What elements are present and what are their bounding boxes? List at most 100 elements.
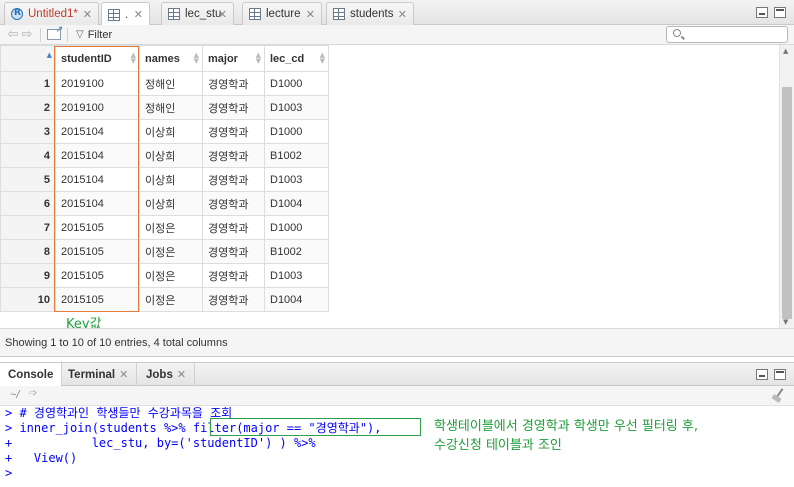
tab-students[interactable]: students ✕: [326, 2, 414, 25]
cell-lec-cd: D1004: [264, 191, 329, 216]
table-row[interactable]: 7 2015105 이정은 경영학과 D1000: [0, 215, 329, 240]
table-row[interactable]: 2 2019100 정해인 경영학과 D1003: [0, 95, 329, 120]
console-prompt: >: [5, 466, 13, 480]
close-icon[interactable]: ✕: [218, 8, 227, 21]
table-icon: [168, 8, 180, 20]
column-header-lec-cd[interactable]: lec_cd ▲ ▼: [264, 45, 329, 72]
vertical-scrollbar[interactable]: ▲ ▼: [779, 45, 794, 328]
table-row[interactable]: 4 2015104 이상희 경영학과 B1002: [0, 143, 329, 168]
cell-names: 이상희: [139, 167, 203, 192]
search-input[interactable]: [685, 28, 783, 41]
cell-lec-cd: D1000: [264, 215, 329, 240]
cell-major: 경영학과: [202, 143, 265, 168]
row-number-cell: 4: [0, 143, 56, 168]
console-toolbar: ~/ ➩: [0, 386, 794, 406]
sort-icon: ▲ ▼: [193, 51, 199, 65]
cell-lec-cd: D1004: [264, 287, 329, 312]
table-row[interactable]: 10 2015105 이정은 경영학과 D1004: [0, 287, 329, 312]
tab-label: Untitled1*: [28, 8, 78, 20]
cell-studentid: 2015104: [55, 191, 140, 216]
tab-lecture[interactable]: lecture ✕: [242, 2, 322, 25]
close-icon[interactable]: ✕: [83, 8, 92, 21]
row-number-cell: 3: [0, 119, 56, 144]
table-icon: [333, 8, 345, 20]
table-icon: [249, 8, 261, 20]
cell-names: 이정은: [139, 239, 203, 264]
cell-names: 이상희: [139, 143, 203, 168]
cell-major: 경영학과: [202, 215, 265, 240]
cell-major: 경영학과: [202, 71, 265, 96]
filter-button[interactable]: ▽ Filter: [76, 29, 112, 41]
minimize-pane-button[interactable]: [756, 7, 768, 18]
tab-lec-stu[interactable]: lec_stu ✕: [161, 2, 234, 25]
tab-terminal[interactable]: Terminal ✕: [60, 363, 138, 386]
table-row[interactable]: 8 2015105 이정은 경영학과 B1002: [0, 239, 329, 264]
data-grid: ▲ studentID ▲ ▼ names ▲ ▼ major ▲ ▼ lec_cd ▲ ▼ 1…: [0, 45, 779, 332]
maximize-pane-button[interactable]: [774, 7, 786, 18]
search-icon: [673, 29, 681, 37]
cell-studentid: 2019100: [55, 71, 140, 96]
tab-label: lecture: [266, 8, 301, 20]
cell-lec-cd: D1003: [264, 263, 329, 288]
tab-label: lec_stu: [185, 8, 222, 20]
editor-tab-bar: Untitled1* ✕ . ✕ lec_stu ✕ lecture ✕ stu…: [0, 0, 794, 26]
cell-names: 이정은: [139, 287, 203, 312]
scroll-down-icon[interactable]: ▼: [783, 318, 788, 326]
table-row[interactable]: 6 2015104 이상희 경영학과 D1004: [0, 191, 329, 216]
console-line: + lec_stu, by=('studentID') ) %>%: [5, 436, 316, 450]
column-header-major[interactable]: major ▲ ▼: [202, 45, 265, 72]
minimize-console-button[interactable]: [756, 369, 768, 380]
search-box[interactable]: [666, 26, 788, 43]
scrollbar-thumb[interactable]: [782, 87, 792, 319]
cell-names: 이상희: [139, 119, 203, 144]
cell-major: 경영학과: [202, 191, 265, 216]
console-line: + View(): [5, 451, 78, 465]
console-output[interactable]: > # 경영학과인 학생들만 수강과목을 조회 > inner_join(stu…: [0, 406, 794, 487]
cell-studentid: 2015105: [55, 215, 140, 240]
cell-studentid: 2015104: [55, 119, 140, 144]
clear-console-broom-icon[interactable]: [772, 388, 786, 402]
table-row[interactable]: 3 2015104 이상희 경영학과 D1000: [0, 119, 329, 144]
cell-studentid: 2015105: [55, 263, 140, 288]
cell-studentid: 2015105: [55, 287, 140, 312]
table-row[interactable]: 9 2015105 이정은 경영학과 D1003: [0, 263, 329, 288]
maximize-console-button[interactable]: [774, 369, 786, 380]
cell-major: 경영학과: [202, 239, 265, 264]
tab-untitled1[interactable]: Untitled1* ✕: [4, 2, 99, 25]
column-header-studentid[interactable]: studentID ▲ ▼: [55, 45, 140, 72]
sort-icon: ▲ ▼: [319, 51, 325, 65]
row-number-header[interactable]: ▲: [0, 45, 56, 72]
console-tab-bar: Console Terminal ✕ Jobs ✕: [0, 362, 794, 387]
table-row[interactable]: 5 2015104 이상희 경영학과 D1003: [0, 167, 329, 192]
cell-studentid: 2015104: [55, 143, 140, 168]
close-icon[interactable]: ✕: [134, 8, 143, 21]
table-row[interactable]: 1 2019100 정해인 경영학과 D1000: [0, 71, 329, 96]
cell-names: 정해인: [139, 71, 203, 96]
row-number-cell: 2: [0, 95, 56, 120]
cell-studentid: 2015105: [55, 239, 140, 264]
funnel-icon: ▽: [76, 29, 84, 40]
tab-console[interactable]: Console: [0, 363, 63, 387]
tab-data-view[interactable]: . ✕: [101, 2, 150, 26]
row-number-cell: 10: [0, 287, 56, 312]
scroll-up-icon[interactable]: ▲: [783, 47, 788, 55]
back-arrow-icon[interactable]: ⇦: [6, 27, 20, 42]
cell-names: 이상희: [139, 191, 203, 216]
row-number-cell: 6: [0, 191, 56, 216]
close-icon[interactable]: ✕: [177, 368, 186, 381]
sort-icon: ▲: [46, 51, 52, 59]
tab-jobs[interactable]: Jobs ✕: [138, 363, 196, 386]
filter-label: Filter: [87, 28, 113, 41]
cell-lec-cd: B1002: [264, 239, 329, 264]
table-icon: [108, 8, 120, 21]
cell-major: 경영학과: [202, 263, 265, 288]
cell-major: 경영학과: [202, 287, 265, 312]
forward-arrow-icon[interactable]: ⇨: [20, 27, 34, 42]
close-icon[interactable]: ✕: [398, 8, 407, 21]
popout-icon[interactable]: [47, 25, 63, 40]
go-to-directory-icon[interactable]: ➩: [29, 388, 37, 399]
close-icon[interactable]: ✕: [119, 368, 128, 381]
close-icon[interactable]: ✕: [306, 8, 315, 21]
column-header-names[interactable]: names ▲ ▼: [139, 45, 203, 72]
annotation-line-1: 학생테이블에서 경영학과 학생만 우선 필터링 후,: [434, 419, 698, 434]
